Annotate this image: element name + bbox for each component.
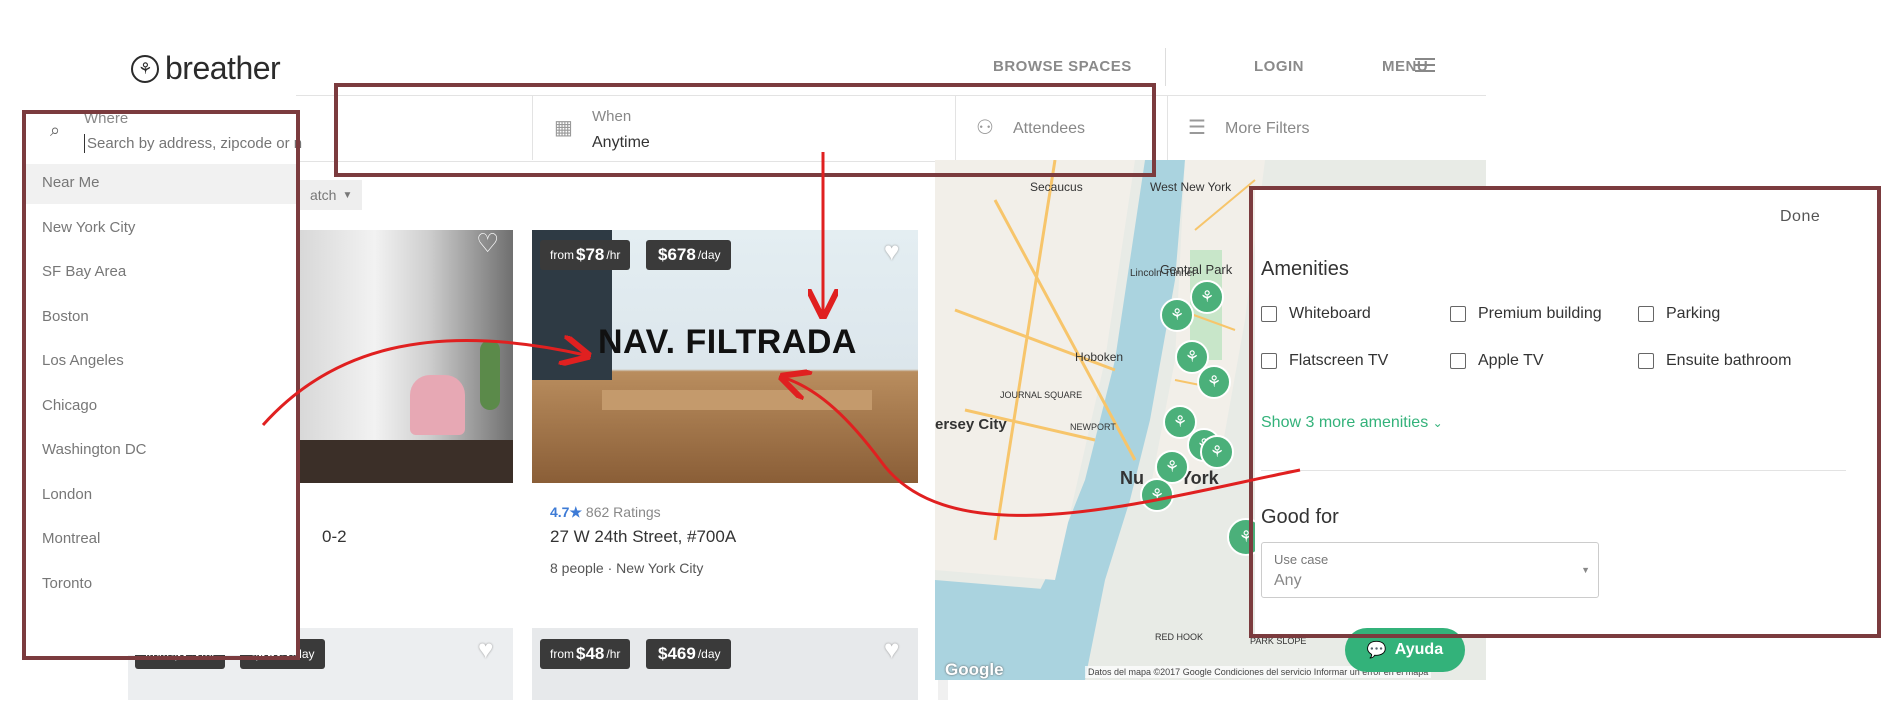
- arrow-from-where: [261, 340, 585, 426]
- annotation-arrows: [261, 152, 1301, 517]
- arrow-from-filters-panel: [785, 378, 1301, 517]
